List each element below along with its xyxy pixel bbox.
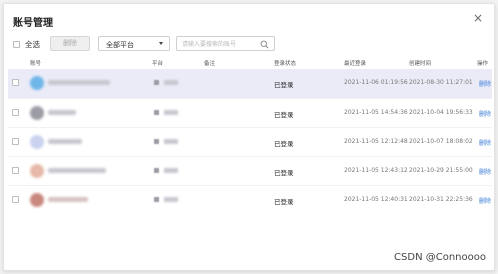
platform-select-value: 全部平台 [106,41,134,49]
last-login-time: 2021-11-05 14:54:36 [344,109,408,116]
avatar [30,164,44,178]
last-login-time: 2021-11-05 12:40:31 [344,196,408,203]
delete-link[interactable]: 删除 [479,79,491,88]
created-time: 2021-10-07 18:08:02 [409,138,473,145]
table-header: 账号 平台 备注 登录状态 最近登录 创建时间 操作 [8,58,492,69]
toolbar: 全选 删除 全部平台 [13,36,283,52]
search-input[interactable] [182,39,258,49]
platform-name-blurred [164,139,178,144]
header-last-login: 最近登录 [344,61,367,67]
login-status: 已登录 [274,140,294,148]
delete-button[interactable]: 删除 [50,36,90,51]
login-status: 已登录 [274,198,294,206]
avatar [30,135,44,149]
platform-icon [154,110,159,115]
avatar [30,106,44,120]
created-time: 2021-10-29 21:55:00 [409,167,473,174]
platform-name-blurred [164,80,178,85]
account-search [176,36,275,51]
platform-name-blurred [164,197,178,202]
table-row[interactable]: 已登录 2021-11-05 12:40:31 2021-10-31 22:25… [8,185,492,214]
accounts-table: 账号 平台 备注 登录状态 最近登录 创建时间 操作 已登录 2021-11-0… [8,58,492,214]
platform-icon [154,139,159,144]
created-time: 2021-10-04 19:56:33 [409,109,473,116]
close-icon[interactable]: × [472,12,484,24]
row-checkbox[interactable] [12,79,19,86]
select-all-label: 全选 [25,40,40,49]
header-actions: 操作 [477,61,489,67]
table-row[interactable]: 已登录 2021-11-05 12:12:48 2021-10-07 18:08… [8,127,492,156]
delete-link[interactable]: 删除 [479,167,491,176]
select-all-checkbox[interactable]: 全选 [13,39,40,50]
watermark: CSDN @Connoooo [394,252,486,263]
row-checkbox[interactable] [12,109,19,116]
delete-link[interactable]: 删除 [479,138,491,147]
platform-icon [154,80,159,85]
dialog-title: 账号管理 [13,18,53,29]
platform-icon [154,197,159,202]
account-management-dialog: 账号管理 × 全选 删除 全部平台 账号 平台 备注 登录状态 最近登录 创建时… [3,3,495,271]
account-name-blurred [48,168,106,173]
login-status: 已登录 [274,111,294,119]
row-checkbox[interactable] [12,138,19,145]
platform-select[interactable]: 全部平台 [98,36,170,51]
platform-icon [154,168,159,173]
last-login-time: 2021-11-06 01:19:56 [344,79,408,86]
table-row[interactable]: 已登录 2021-11-05 12:43:12 2021-10-29 21:55… [8,156,492,185]
header-remark: 备注 [204,61,216,67]
platform-name-blurred [164,168,178,173]
avatar [30,193,44,207]
login-status: 已登录 [274,81,294,89]
avatar [30,76,44,90]
account-name-blurred [48,197,88,202]
account-name-blurred [48,139,82,144]
account-name-blurred [48,110,76,115]
last-login-time: 2021-11-05 12:43:12 [344,167,408,174]
last-login-time: 2021-11-05 12:12:48 [344,138,408,145]
header-created-at: 创建时间 [409,61,432,67]
table-row[interactable]: 已登录 2021-11-06 01:19:56 2021-08-30 11:27… [8,69,492,98]
header-account: 账号 [30,61,42,67]
created-time: 2021-10-31 22:25:36 [409,196,473,203]
created-time: 2021-08-30 11:27:01 [409,79,473,86]
delete-link[interactable]: 删除 [479,196,491,205]
header-platform: 平台 [152,61,164,67]
row-checkbox[interactable] [12,167,19,174]
checkbox-icon[interactable] [13,41,20,48]
caret-down-icon [159,42,163,45]
login-status: 已登录 [274,169,294,177]
search-icon[interactable] [260,40,269,49]
account-name-blurred [48,80,110,85]
row-checkbox[interactable] [12,196,19,203]
header-login-status: 登录状态 [274,61,297,67]
platform-name-blurred [164,110,178,115]
delete-link[interactable]: 删除 [479,109,491,118]
table-row[interactable]: 已登录 2021-11-05 14:54:36 2021-10-04 19:56… [8,98,492,127]
